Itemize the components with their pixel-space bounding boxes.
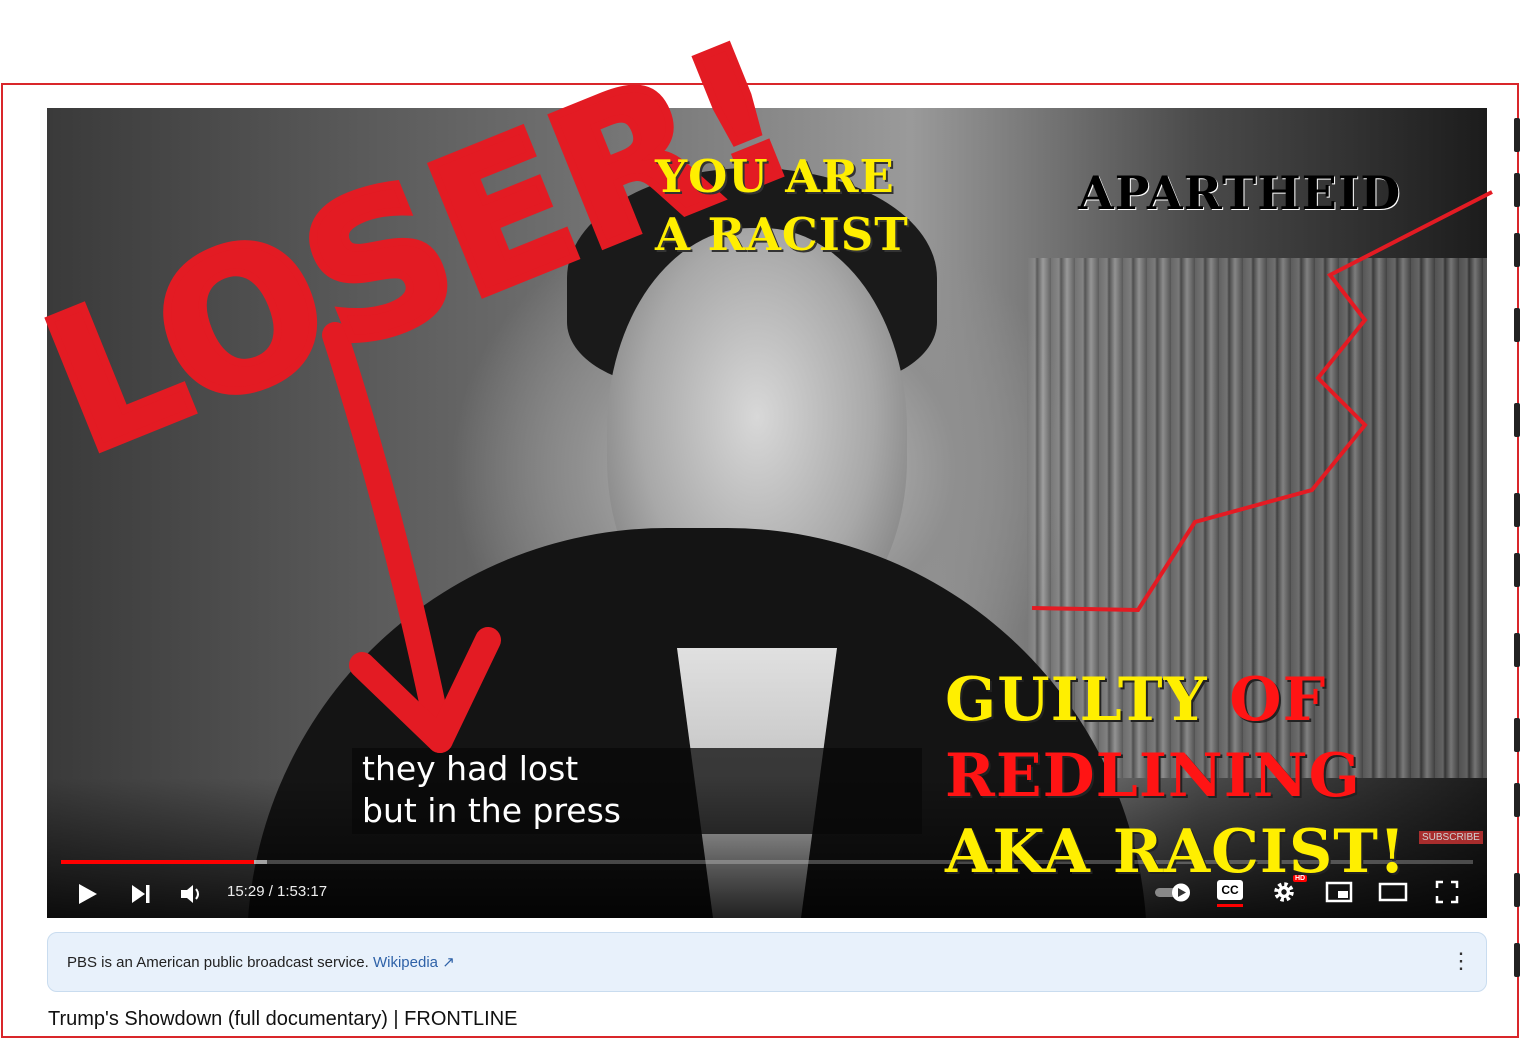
- wikipedia-link[interactable]: Wikipedia ↗: [373, 954, 455, 971]
- caption-line: they had lost: [362, 749, 579, 788]
- more-vert-icon[interactable]: ⋮: [1450, 947, 1472, 975]
- progress-played: [61, 860, 255, 864]
- you-are-a-racist-annotation: YOU ARE A RACIST: [655, 148, 909, 264]
- volume-icon[interactable]: [179, 882, 205, 906]
- info-description: PBS is an American public broadcast serv…: [67, 954, 369, 971]
- guilty-annotation: GUILTY OF REDLINING AKA RACIST!: [945, 662, 1406, 890]
- redlining-word: REDLINING: [945, 741, 1361, 811]
- racist-line-2: A RACIST: [655, 208, 909, 261]
- caption-window[interactable]: they had lost but in the press: [352, 748, 922, 834]
- subscribe-watermark[interactable]: SUBSCRIBE: [1419, 831, 1483, 844]
- video-title: Trump's Showdown (full documentary) | FR…: [48, 1008, 518, 1030]
- of-word: OF: [1229, 665, 1327, 735]
- next-icon[interactable]: [129, 882, 153, 906]
- external-link-icon: ↗: [442, 954, 455, 971]
- captions-active-indicator: [1217, 904, 1243, 907]
- info-panel: PBS is an American public broadcast serv…: [47, 932, 1487, 992]
- racist-line-1: YOU ARE: [655, 150, 895, 203]
- guilty-word: GUILTY: [945, 665, 1208, 735]
- time-display: 15:29 / 1:53:17: [227, 883, 328, 900]
- info-text: PBS is an American public broadcast serv…: [67, 953, 455, 971]
- aka-racist-word: AKA RACIST!: [945, 817, 1407, 887]
- play-icon[interactable]: [75, 882, 99, 906]
- apartheid-annotation: APARTHEID: [1078, 166, 1402, 220]
- fullscreen-icon[interactable]: [1435, 880, 1459, 904]
- caption-line: but in the press: [362, 791, 621, 830]
- right-edge-strip: [1510, 83, 1522, 1041]
